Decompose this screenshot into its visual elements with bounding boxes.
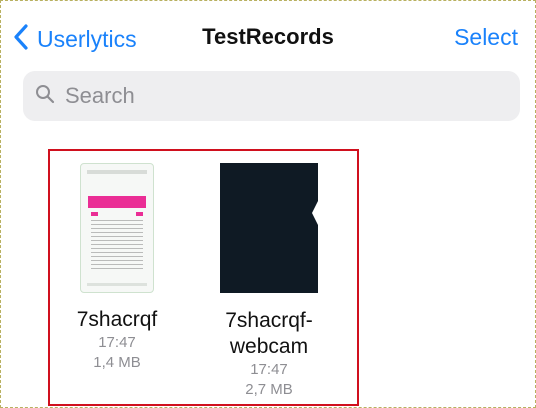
select-button[interactable]: Select bbox=[454, 24, 518, 51]
video-thumbnail bbox=[220, 163, 318, 293]
file-name-line2: webcam bbox=[229, 335, 309, 358]
file-name-line1: 7shacrqf- bbox=[225, 309, 313, 332]
file-item-7shacrqf-webcam[interactable]: 7shacrqf- webcam 17:47 2,7 MB bbox=[199, 163, 339, 400]
search-input[interactable] bbox=[65, 83, 485, 109]
search-icon bbox=[35, 84, 55, 109]
file-size: 2,7 MB bbox=[245, 381, 293, 398]
file-time: 17:47 bbox=[98, 334, 136, 351]
navigation-bar: Userlytics TestRecords Select bbox=[0, 0, 536, 70]
file-time: 17:47 bbox=[250, 361, 288, 378]
file-item-7shacrqf[interactable]: 7shacrqf 17:47 1,4 MB bbox=[52, 163, 182, 373]
file-name: 7shacrqf bbox=[76, 308, 158, 331]
file-size: 1,4 MB bbox=[93, 354, 141, 371]
search-bar[interactable] bbox=[23, 71, 520, 121]
document-thumbnail bbox=[80, 163, 154, 293]
